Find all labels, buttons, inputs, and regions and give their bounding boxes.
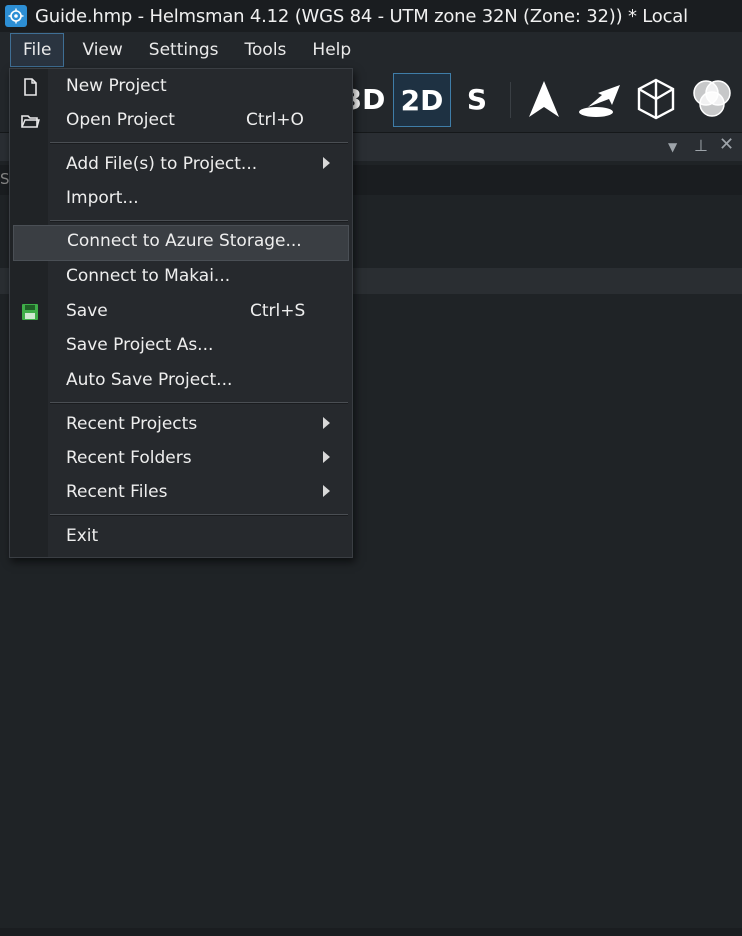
menu-shortcut: Ctrl+S bbox=[250, 301, 306, 321]
menu-bar: File View Settings Tools Help bbox=[0, 32, 742, 68]
menu-item-label: Recent Files bbox=[66, 482, 168, 502]
menu-shortcut: Ctrl+O bbox=[246, 110, 304, 130]
menu-item-save[interactable]: Save Ctrl+S bbox=[10, 295, 352, 329]
panel-pin-icon[interactable]: ⊥ bbox=[694, 136, 708, 155]
menu-tools[interactable]: Tools bbox=[233, 34, 299, 66]
menu-item-label: Add File(s) to Project... bbox=[66, 154, 258, 174]
menu-item-open-project[interactable]: Open Project Ctrl+O bbox=[10, 104, 352, 138]
menu-item-label: Open Project bbox=[66, 110, 175, 130]
file-menu-dropdown: New Project Open Project Ctrl+O Add File… bbox=[9, 68, 353, 558]
submenu-arrow-icon bbox=[323, 157, 330, 169]
menu-item-label: Exit bbox=[66, 526, 99, 546]
menu-settings[interactable]: Settings bbox=[137, 34, 231, 66]
menu-item-recent-folders[interactable]: Recent Folders bbox=[10, 442, 352, 476]
title-bar: Guide.hmp - Helmsman 4.12 (WGS 84 - UTM … bbox=[0, 0, 742, 32]
menu-file[interactable]: File bbox=[10, 33, 65, 67]
menu-item-save-as[interactable]: Save Project As... bbox=[10, 329, 352, 363]
menu-item-add-files[interactable]: Add File(s) to Project... bbox=[10, 148, 352, 182]
menu-item-exit[interactable]: Exit bbox=[10, 520, 352, 554]
menu-item-label: Save bbox=[66, 301, 108, 321]
submenu-arrow-icon bbox=[323, 417, 330, 429]
menu-view[interactable]: View bbox=[70, 34, 134, 66]
open-folder-icon bbox=[21, 115, 40, 128]
window-title: Guide.hmp - Helmsman 4.12 (WGS 84 - UTM … bbox=[35, 5, 688, 27]
panel-close-icon[interactable]: ✕ bbox=[719, 134, 734, 155]
menu-item-connect-azure[interactable]: Connect to Azure Storage... bbox=[13, 225, 349, 261]
menu-item-label: Import... bbox=[66, 188, 139, 208]
new-file-icon bbox=[24, 78, 37, 96]
menu-item-import[interactable]: Import... bbox=[10, 182, 352, 216]
pickup-tool-icon[interactable] bbox=[573, 73, 627, 125]
menu-item-connect-makai[interactable]: Connect to Makai... bbox=[10, 260, 352, 294]
menu-separator-shadow bbox=[50, 143, 348, 144]
layers-blend-icon[interactable] bbox=[687, 73, 737, 125]
submenu-arrow-icon bbox=[323, 451, 330, 463]
menu-item-label: Recent Projects bbox=[66, 414, 198, 434]
menu-item-new-project[interactable]: New Project bbox=[10, 70, 352, 104]
cube-wireframe-icon[interactable] bbox=[632, 73, 680, 125]
view-2d-button[interactable]: 2D bbox=[393, 73, 451, 127]
save-disk-icon bbox=[22, 304, 38, 320]
navigate-arrow-icon[interactable] bbox=[522, 73, 566, 125]
menu-item-label: Connect to Makai... bbox=[66, 266, 231, 286]
menu-item-label: Save Project As... bbox=[66, 335, 214, 355]
menu-separator-shadow bbox=[50, 221, 348, 222]
menu-item-label: Recent Folders bbox=[66, 448, 192, 468]
panel-dropdown-icon[interactable]: ▼ bbox=[668, 140, 677, 154]
view-s-button[interactable]: S bbox=[455, 73, 499, 125]
submenu-arrow-icon bbox=[323, 485, 330, 497]
menu-separator-shadow bbox=[50, 515, 348, 516]
menu-item-label: Auto Save Project... bbox=[66, 370, 233, 390]
menu-item-label: New Project bbox=[66, 76, 167, 96]
toolbar-separator bbox=[510, 82, 511, 118]
menu-item-label: Connect to Azure Storage... bbox=[67, 231, 302, 251]
menu-separator-shadow bbox=[50, 403, 348, 404]
status-strip bbox=[0, 928, 742, 936]
menu-help[interactable]: Help bbox=[300, 34, 363, 66]
menu-item-recent-projects[interactable]: Recent Projects bbox=[10, 408, 352, 442]
app-logo-icon bbox=[5, 5, 27, 27]
menu-item-auto-save[interactable]: Auto Save Project... bbox=[10, 364, 352, 398]
menu-item-recent-files[interactable]: Recent Files bbox=[10, 476, 352, 510]
